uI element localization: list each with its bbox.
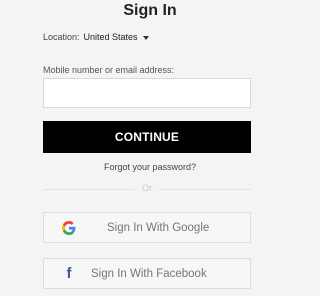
divider-line-right bbox=[159, 189, 251, 190]
chevron-down-icon bbox=[142, 35, 149, 40]
page-title: Sign In bbox=[123, 2, 177, 19]
location-label: Location: bbox=[43, 32, 80, 42]
facebook-button-label: Sign In With Facebook bbox=[91, 267, 207, 280]
sign-in-page: Sign In Location: United States Mobile n… bbox=[0, 0, 300, 296]
forgot-password-link[interactable]: Forgot your password? bbox=[0, 162, 300, 172]
or-label: Or bbox=[142, 183, 152, 193]
facebook-sign-in-button[interactable]: f Sign In With Facebook bbox=[43, 258, 251, 289]
login-input[interactable] bbox=[43, 78, 251, 108]
google-sign-in-button[interactable]: Sign In With Google bbox=[43, 212, 251, 243]
google-icon bbox=[61, 220, 77, 236]
google-button-label: Sign In With Google bbox=[107, 221, 210, 234]
or-divider: Or bbox=[43, 183, 251, 195]
continue-button[interactable]: CONTINUE bbox=[43, 121, 251, 153]
location-select[interactable]: United States bbox=[84, 32, 149, 42]
login-field-label: Mobile number or email address: bbox=[43, 65, 175, 75]
location-value: United States bbox=[83, 32, 138, 42]
location-row: Location: United States bbox=[43, 32, 149, 42]
facebook-icon: f bbox=[66, 265, 72, 282]
